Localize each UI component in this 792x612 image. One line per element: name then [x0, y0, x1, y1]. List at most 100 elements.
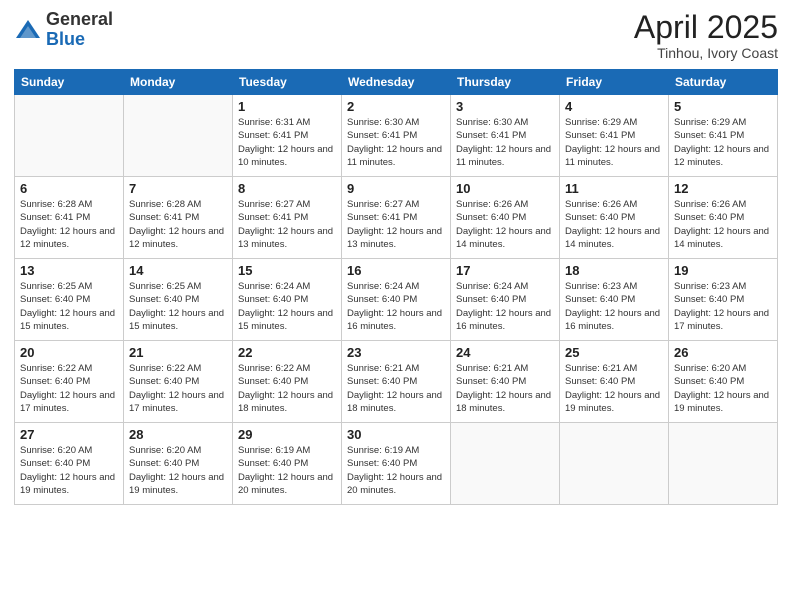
- title-block: April 2025 Tinhou, Ivory Coast: [634, 10, 778, 61]
- day-info: Sunrise: 6:20 AM Sunset: 6:40 PM Dayligh…: [129, 444, 227, 497]
- day-info: Sunrise: 6:21 AM Sunset: 6:40 PM Dayligh…: [565, 362, 663, 415]
- calendar-cell: 28 Sunrise: 6:20 AM Sunset: 6:40 PM Dayli…: [124, 423, 233, 505]
- calendar-cell: 19 Sunrise: 6:23 AM Sunset: 6:40 PM Dayli…: [669, 259, 778, 341]
- calendar-cell: [451, 423, 560, 505]
- day-number: 16: [347, 263, 445, 278]
- day-number: 5: [674, 99, 772, 114]
- day-header-tuesday: Tuesday: [233, 70, 342, 95]
- day-number: 10: [456, 181, 554, 196]
- day-info: Sunrise: 6:19 AM Sunset: 6:40 PM Dayligh…: [347, 444, 445, 497]
- day-info: Sunrise: 6:19 AM Sunset: 6:40 PM Dayligh…: [238, 444, 336, 497]
- day-header-monday: Monday: [124, 70, 233, 95]
- day-number: 22: [238, 345, 336, 360]
- calendar-week-2: 13 Sunrise: 6:25 AM Sunset: 6:40 PM Dayli…: [15, 259, 778, 341]
- day-number: 3: [456, 99, 554, 114]
- day-number: 2: [347, 99, 445, 114]
- day-header-saturday: Saturday: [669, 70, 778, 95]
- day-info: Sunrise: 6:28 AM Sunset: 6:41 PM Dayligh…: [129, 198, 227, 251]
- calendar-cell: 22 Sunrise: 6:22 AM Sunset: 6:40 PM Dayli…: [233, 341, 342, 423]
- day-info: Sunrise: 6:22 AM Sunset: 6:40 PM Dayligh…: [20, 362, 118, 415]
- day-number: 30: [347, 427, 445, 442]
- day-number: 14: [129, 263, 227, 278]
- day-number: 26: [674, 345, 772, 360]
- calendar-location: Tinhou, Ivory Coast: [634, 45, 778, 61]
- day-number: 27: [20, 427, 118, 442]
- calendar-cell: 5 Sunrise: 6:29 AM Sunset: 6:41 PM Daylig…: [669, 95, 778, 177]
- day-info: Sunrise: 6:27 AM Sunset: 6:41 PM Dayligh…: [347, 198, 445, 251]
- day-info: Sunrise: 6:21 AM Sunset: 6:40 PM Dayligh…: [456, 362, 554, 415]
- day-info: Sunrise: 6:21 AM Sunset: 6:40 PM Dayligh…: [347, 362, 445, 415]
- calendar-cell: 20Sunrise: 6:22 AM Sunset: 6:40 PM Dayli…: [15, 341, 124, 423]
- day-number: 17: [456, 263, 554, 278]
- calendar-cell: 21 Sunrise: 6:22 AM Sunset: 6:40 PM Dayli…: [124, 341, 233, 423]
- day-info: Sunrise: 6:22 AM Sunset: 6:40 PM Dayligh…: [238, 362, 336, 415]
- calendar-cell: 30 Sunrise: 6:19 AM Sunset: 6:40 PM Dayli…: [342, 423, 451, 505]
- day-info: Sunrise: 6:31 AM Sunset: 6:41 PM Dayligh…: [238, 116, 336, 169]
- calendar-cell: 10Sunrise: 6:26 AM Sunset: 6:40 PM Dayli…: [451, 177, 560, 259]
- calendar-cell: 29 Sunrise: 6:19 AM Sunset: 6:40 PM Dayli…: [233, 423, 342, 505]
- calendar-cell: [560, 423, 669, 505]
- calendar-cell: 17 Sunrise: 6:24 AM Sunset: 6:40 PM Dayli…: [451, 259, 560, 341]
- calendar-cell: [124, 95, 233, 177]
- day-header-wednesday: Wednesday: [342, 70, 451, 95]
- day-info: Sunrise: 6:24 AM Sunset: 6:40 PM Dayligh…: [456, 280, 554, 333]
- day-number: 1: [238, 99, 336, 114]
- calendar-week-4: 27 Sunrise: 6:20 AM Sunset: 6:40 PM Dayli…: [15, 423, 778, 505]
- calendar-cell: 16 Sunrise: 6:24 AM Sunset: 6:40 PM Dayli…: [342, 259, 451, 341]
- calendar-cell: 27 Sunrise: 6:20 AM Sunset: 6:40 PM Dayli…: [15, 423, 124, 505]
- day-info: Sunrise: 6:23 AM Sunset: 6:40 PM Dayligh…: [674, 280, 772, 333]
- calendar-cell: 25Sunrise: 6:21 AM Sunset: 6:40 PM Dayli…: [560, 341, 669, 423]
- calendar-cell: 3 Sunrise: 6:30 AM Sunset: 6:41 PM Daylig…: [451, 95, 560, 177]
- calendar-cell: 1 Sunrise: 6:31 AM Sunset: 6:41 PM Daylig…: [233, 95, 342, 177]
- day-number: 13: [20, 263, 118, 278]
- calendar-cell: 24 Sunrise: 6:21 AM Sunset: 6:40 PM Dayli…: [451, 341, 560, 423]
- calendar-cell: 11 Sunrise: 6:26 AM Sunset: 6:40 PM Dayli…: [560, 177, 669, 259]
- day-number: 7: [129, 181, 227, 196]
- calendar-cell: 4 Sunrise: 6:29 AM Sunset: 6:41 PM Daylig…: [560, 95, 669, 177]
- day-header-friday: Friday: [560, 70, 669, 95]
- calendar-week-0: 1 Sunrise: 6:31 AM Sunset: 6:41 PM Daylig…: [15, 95, 778, 177]
- day-number: 6: [20, 181, 118, 196]
- day-number: 4: [565, 99, 663, 114]
- day-info: Sunrise: 6:24 AM Sunset: 6:40 PM Dayligh…: [238, 280, 336, 333]
- calendar-cell: 15 Sunrise: 6:24 AM Sunset: 6:40 PM Dayli…: [233, 259, 342, 341]
- day-info: Sunrise: 6:22 AM Sunset: 6:40 PM Dayligh…: [129, 362, 227, 415]
- day-number: 24: [456, 345, 554, 360]
- day-info: Sunrise: 6:24 AM Sunset: 6:40 PM Dayligh…: [347, 280, 445, 333]
- calendar-week-3: 20Sunrise: 6:22 AM Sunset: 6:40 PM Dayli…: [15, 341, 778, 423]
- calendar-cell: 6 Sunrise: 6:28 AM Sunset: 6:41 PM Daylig…: [15, 177, 124, 259]
- calendar-cell: 13 Sunrise: 6:25 AM Sunset: 6:40 PM Dayli…: [15, 259, 124, 341]
- day-header-sunday: Sunday: [15, 70, 124, 95]
- day-info: Sunrise: 6:25 AM Sunset: 6:40 PM Dayligh…: [129, 280, 227, 333]
- calendar-cell: [15, 95, 124, 177]
- day-info: Sunrise: 6:26 AM Sunset: 6:40 PM Dayligh…: [565, 198, 663, 251]
- calendar-header-row: SundayMondayTuesdayWednesdayThursdayFrid…: [15, 70, 778, 95]
- day-info: Sunrise: 6:23 AM Sunset: 6:40 PM Dayligh…: [565, 280, 663, 333]
- calendar-cell: 14 Sunrise: 6:25 AM Sunset: 6:40 PM Dayli…: [124, 259, 233, 341]
- day-number: 29: [238, 427, 336, 442]
- calendar-week-1: 6 Sunrise: 6:28 AM Sunset: 6:41 PM Daylig…: [15, 177, 778, 259]
- calendar-table: SundayMondayTuesdayWednesdayThursdayFrid…: [14, 69, 778, 505]
- day-number: 19: [674, 263, 772, 278]
- day-number: 21: [129, 345, 227, 360]
- day-info: Sunrise: 6:27 AM Sunset: 6:41 PM Dayligh…: [238, 198, 336, 251]
- day-info: Sunrise: 6:20 AM Sunset: 6:40 PM Dayligh…: [674, 362, 772, 415]
- day-info: Sunrise: 6:29 AM Sunset: 6:41 PM Dayligh…: [565, 116, 663, 169]
- day-info: Sunrise: 6:30 AM Sunset: 6:41 PM Dayligh…: [456, 116, 554, 169]
- day-info: Sunrise: 6:29 AM Sunset: 6:41 PM Dayligh…: [674, 116, 772, 169]
- day-number: 28: [129, 427, 227, 442]
- page-header: General Blue April 2025 Tinhou, Ivory Co…: [14, 10, 778, 61]
- calendar-cell: 8Sunrise: 6:27 AM Sunset: 6:41 PM Daylig…: [233, 177, 342, 259]
- day-number: 11: [565, 181, 663, 196]
- day-info: Sunrise: 6:20 AM Sunset: 6:40 PM Dayligh…: [20, 444, 118, 497]
- calendar-cell: [669, 423, 778, 505]
- day-info: Sunrise: 6:28 AM Sunset: 6:41 PM Dayligh…: [20, 198, 118, 251]
- day-number: 9: [347, 181, 445, 196]
- calendar-cell: 12Sunrise: 6:26 AM Sunset: 6:40 PM Dayli…: [669, 177, 778, 259]
- day-number: 15: [238, 263, 336, 278]
- logo-text: General Blue: [46, 10, 113, 50]
- calendar-cell: 23Sunrise: 6:21 AM Sunset: 6:40 PM Dayli…: [342, 341, 451, 423]
- day-header-thursday: Thursday: [451, 70, 560, 95]
- calendar-cell: 18Sunrise: 6:23 AM Sunset: 6:40 PM Dayli…: [560, 259, 669, 341]
- day-info: Sunrise: 6:25 AM Sunset: 6:40 PM Dayligh…: [20, 280, 118, 333]
